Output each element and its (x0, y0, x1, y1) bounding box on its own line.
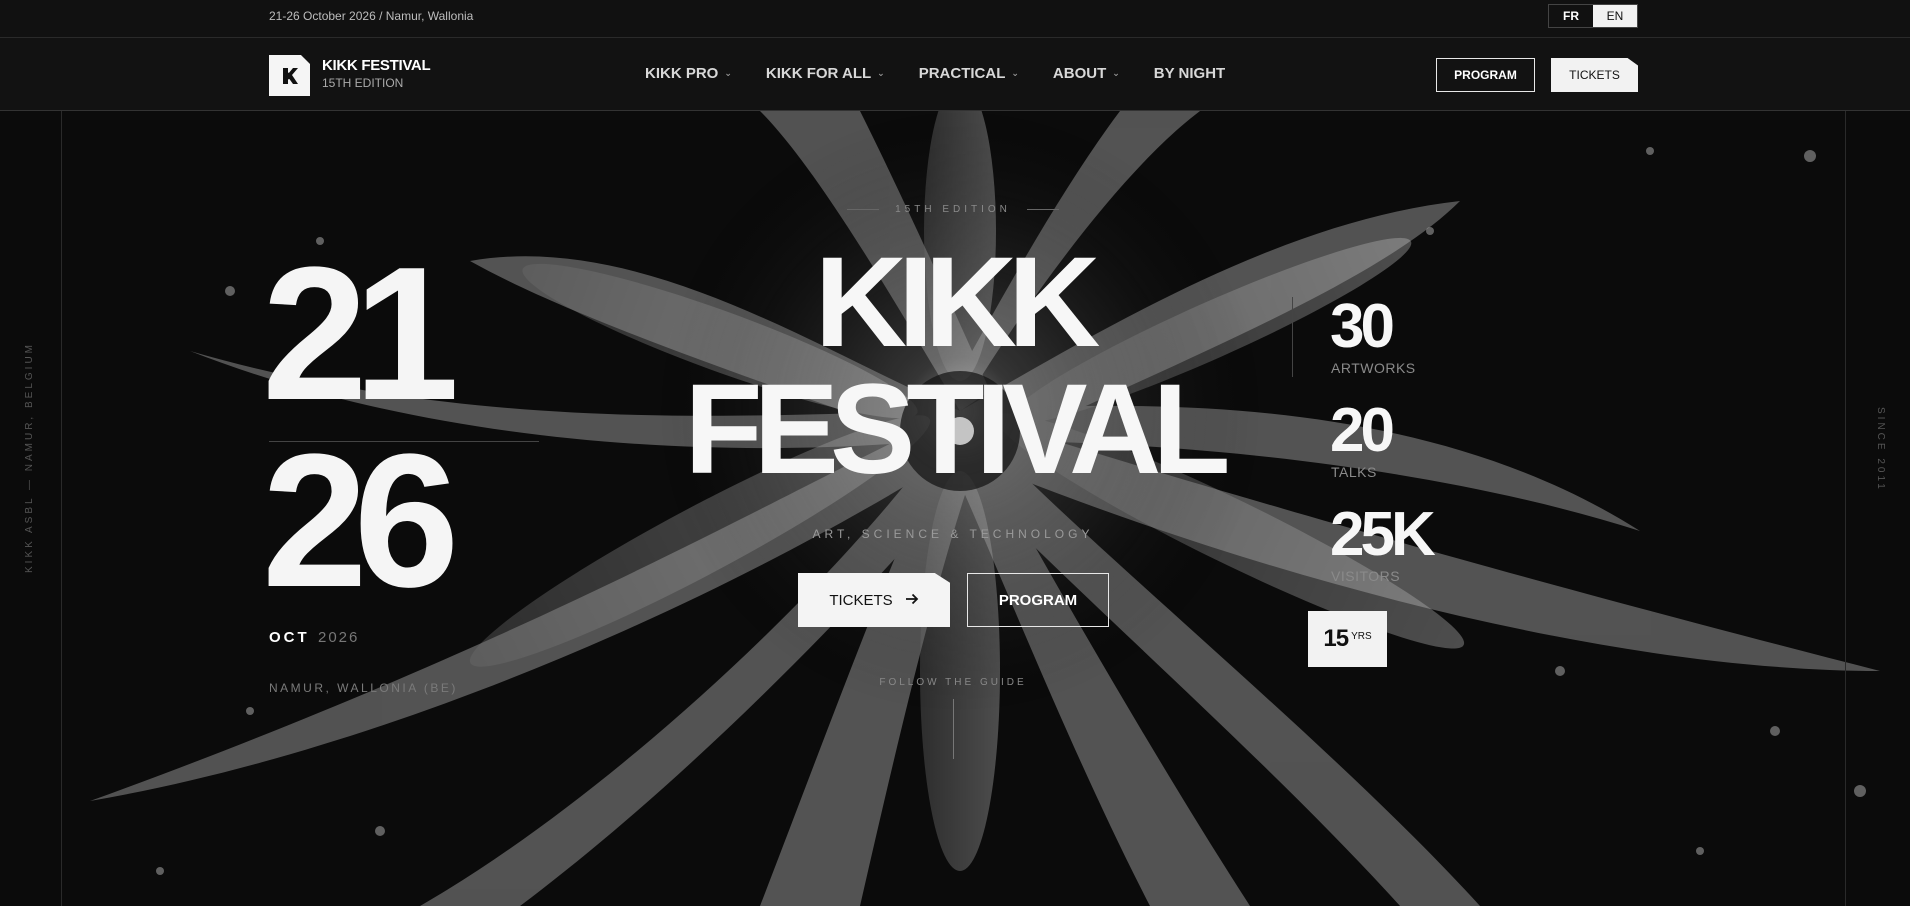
kikk-logo-icon[interactable] (269, 55, 310, 96)
top-info-bar: 21-26 October 2026 / Namur, Wallonia FR … (0, 0, 1910, 38)
stat-artworks-value: 30 (1330, 292, 1395, 361)
nav-item-about[interactable]: ABOUT ⌄ (1053, 65, 1120, 82)
nav-item-label: KIKK FOR ALL (765, 65, 872, 82)
edition-rule-left (847, 209, 879, 210)
stat-visitors-value: 25K (1330, 500, 1436, 569)
hero-program-button[interactable]: PROGRAM (967, 573, 1109, 627)
edition-label: 15TH EDITION (847, 204, 1059, 215)
hero-title-line2: FESTIVAL (684, 358, 1230, 501)
nav-item-label: KIKK PRO (645, 65, 719, 82)
years-badge: 15 YRS (1308, 611, 1387, 667)
nav-item-kikk-pro[interactable]: KIKK PRO ⌄ (645, 65, 732, 82)
date-month: OCT (269, 629, 310, 646)
years-badge-unit: YRS (1351, 630, 1372, 642)
primary-nav: KIKK PRO ⌄ KIKK FOR ALL ⌄ PRACTICAL ⌄ AB… (645, 65, 1259, 82)
hero-tickets-button[interactable]: TICKETS (798, 573, 950, 627)
chevron-down-icon: ⌄ (1112, 68, 1120, 78)
hero-title-line1: KIKK (814, 231, 1101, 374)
guide-line-right (1845, 111, 1846, 906)
stat-artworks-label: ARTWORKS (1331, 360, 1416, 376)
follow-guide-label: FOLLOW THE GUIDE (879, 677, 1027, 688)
chevron-down-icon: ⌄ (1011, 68, 1019, 78)
event-info: 21-26 October 2026 / Namur, Wallonia (269, 9, 474, 23)
stat-talks-label: TALKS (1331, 464, 1377, 480)
hero-tickets-label: TICKETS (829, 591, 893, 609)
stats-divider (1292, 297, 1293, 377)
chevron-down-icon: ⌄ (724, 68, 732, 78)
date-year: 2026 (318, 629, 360, 646)
nav-item-label: PRACTICAL (918, 65, 1006, 82)
header-tickets-button[interactable]: TICKETS (1551, 58, 1638, 92)
date-end: 26 (262, 415, 459, 627)
brand[interactable]: KIKK FESTIVAL 15TH EDITION (322, 57, 431, 90)
edition-text: 15TH EDITION (895, 204, 1011, 215)
brand-name: KIKK FESTIVAL (322, 57, 431, 74)
language-switcher: FR EN (1548, 4, 1638, 28)
guide-line-left (61, 111, 62, 906)
side-label-right: SINCE 2011 (1875, 407, 1886, 492)
nav-item-label: BY NIGHT (1153, 65, 1226, 82)
chevron-down-icon: ⌄ (877, 68, 885, 78)
follow-guide-line (953, 699, 954, 759)
header-program-button[interactable]: PROGRAM (1436, 58, 1535, 92)
date-start: 21 (262, 228, 459, 440)
hero-tagline: ART, SCIENCE & TECHNOLOGY (812, 527, 1094, 541)
hero-section: KIKK ASBL — NAMUR, BELGIUM SINCE 2011 21… (0, 111, 1910, 906)
brand-edition: 15TH EDITION (322, 76, 404, 90)
lang-fr-button[interactable]: FR (1549, 5, 1593, 27)
stat-talks-value: 20 (1330, 396, 1395, 465)
nav-item-practical[interactable]: PRACTICAL ⌄ (919, 65, 1019, 82)
years-badge-value: 15 (1323, 625, 1349, 652)
arrow-right-icon (905, 592, 919, 609)
nav-item-label: ABOUT (1052, 65, 1107, 82)
event-location: NAMUR, WALLONIA (BE) (269, 681, 458, 695)
nav-item-by-night[interactable]: BY NIGHT (1154, 65, 1225, 82)
side-label-left: KIKK ASBL — NAMUR, BELGIUM (24, 341, 35, 573)
lang-en-button[interactable]: EN (1593, 5, 1637, 27)
edition-rule-right (1026, 209, 1059, 210)
main-navbar: KIKK FESTIVAL 15TH EDITION KIKK PRO ⌄ KI… (0, 38, 1910, 111)
stat-visitors-label: VISITORS (1331, 568, 1401, 584)
nav-item-kikk-for-all[interactable]: KIKK FOR ALL ⌄ (766, 65, 885, 82)
